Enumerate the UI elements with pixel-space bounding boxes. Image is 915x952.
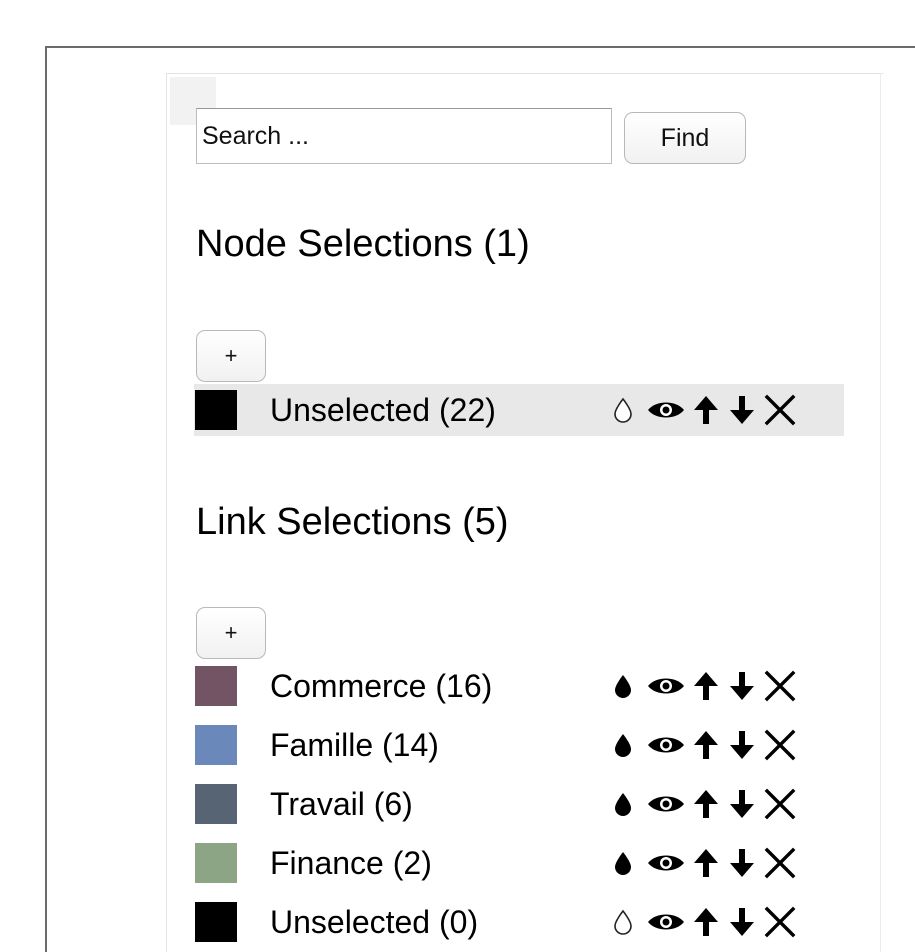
- selection-actions: [612, 837, 798, 889]
- selection-actions: [612, 384, 798, 436]
- selection-row[interactable]: Commerce (16): [194, 660, 844, 712]
- add-link-selection-button[interactable]: +: [196, 607, 266, 659]
- selection-color-swatch[interactable]: [195, 784, 237, 824]
- selection-actions: [612, 778, 798, 830]
- selection-color-swatch[interactable]: [195, 725, 237, 765]
- selection-row[interactable]: Unselected (0): [194, 896, 844, 948]
- selection-actions: [612, 719, 798, 771]
- selection-label: Unselected (0): [270, 904, 479, 940]
- find-button[interactable]: Find: [624, 112, 746, 164]
- arrow-down-icon[interactable]: [726, 670, 758, 702]
- arrow-down-icon[interactable]: [726, 906, 758, 938]
- selection-actions: [612, 660, 798, 712]
- search-input[interactable]: [196, 108, 612, 164]
- selection-label: Finance (2): [270, 845, 432, 881]
- arrow-up-icon[interactable]: [690, 788, 722, 820]
- selection-label: Famille (14): [270, 727, 439, 763]
- eye-icon[interactable]: [646, 851, 686, 875]
- drop-icon[interactable]: [612, 909, 634, 935]
- drop-icon[interactable]: [612, 791, 634, 817]
- selection-actions: [612, 896, 798, 948]
- close-icon[interactable]: [762, 727, 798, 763]
- selection-color-swatch[interactable]: [195, 390, 237, 430]
- eye-icon[interactable]: [646, 674, 686, 698]
- close-icon[interactable]: [762, 668, 798, 704]
- selection-color-swatch[interactable]: [195, 843, 237, 883]
- selection-row[interactable]: Travail (6): [194, 778, 844, 830]
- eye-icon[interactable]: [646, 733, 686, 757]
- close-icon[interactable]: [762, 845, 798, 881]
- drop-icon[interactable]: [612, 397, 634, 423]
- link-selections-heading: Link Selections (5): [196, 501, 509, 543]
- selection-row[interactable]: Unselected (22): [194, 384, 844, 436]
- arrow-up-icon[interactable]: [690, 729, 722, 761]
- selection-color-swatch[interactable]: [195, 902, 237, 942]
- selection-row[interactable]: Famille (14): [194, 719, 844, 771]
- arrow-down-icon[interactable]: [726, 394, 758, 426]
- close-icon[interactable]: [762, 786, 798, 822]
- drop-icon[interactable]: [612, 673, 634, 699]
- node-selections-heading: Node Selections (1): [196, 223, 530, 265]
- arrow-up-icon[interactable]: [690, 670, 722, 702]
- drop-icon[interactable]: [612, 850, 634, 876]
- panel-divider: [880, 73, 881, 952]
- selection-color-swatch[interactable]: [195, 666, 237, 706]
- add-node-selection-button[interactable]: +: [196, 330, 266, 382]
- selection-row[interactable]: Finance (2): [194, 837, 844, 889]
- selection-label: Travail (6): [270, 786, 413, 822]
- arrow-up-icon[interactable]: [690, 394, 722, 426]
- selection-label: Commerce (16): [270, 668, 493, 704]
- arrow-down-icon[interactable]: [726, 729, 758, 761]
- arrow-up-icon[interactable]: [690, 847, 722, 879]
- arrow-up-icon[interactable]: [690, 906, 722, 938]
- arrow-down-icon[interactable]: [726, 847, 758, 879]
- eye-icon[interactable]: [646, 910, 686, 934]
- eye-icon[interactable]: [646, 398, 686, 422]
- close-icon[interactable]: [762, 392, 798, 428]
- arrow-down-icon[interactable]: [726, 788, 758, 820]
- eye-icon[interactable]: [646, 792, 686, 816]
- drop-icon[interactable]: [612, 732, 634, 758]
- close-icon[interactable]: [762, 904, 798, 940]
- selection-label: Unselected (22): [270, 392, 496, 428]
